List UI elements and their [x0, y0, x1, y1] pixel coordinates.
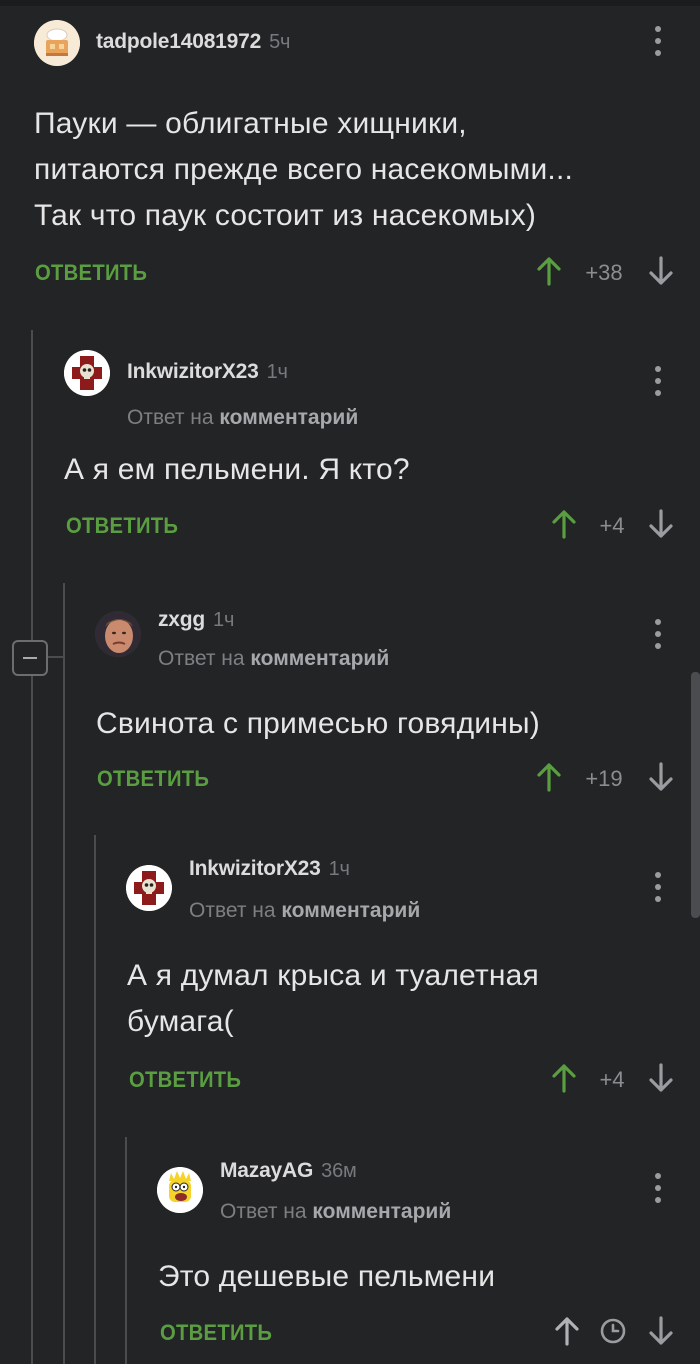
arrow-down-icon[interactable] [648, 509, 674, 539]
man-face-avatar-icon [95, 611, 141, 657]
more-vertical-icon [655, 1173, 661, 1179]
reply-button[interactable]: ОТВЕТИТЬ [35, 260, 147, 286]
score: +4 [599, 513, 625, 538]
comment-menu-button[interactable] [648, 1171, 668, 1207]
reply-to-label: Ответ на комментарий [220, 1200, 451, 1224]
reply-prefix: Ответ на [158, 647, 251, 670]
scrollbar[interactable] [691, 672, 700, 918]
username[interactable]: InkwizitorX23 1ч [189, 857, 350, 881]
menu-dot [655, 884, 661, 890]
reply-button[interactable]: ОТВЕТИТЬ [97, 766, 209, 792]
username-text[interactable]: InkwizitorX23 [127, 360, 259, 383]
avatar[interactable] [126, 865, 172, 911]
arrow-down-icon[interactable] [648, 256, 674, 286]
timestamp: 1ч [328, 858, 350, 880]
menu-dot [655, 896, 661, 902]
menu-dot [655, 390, 661, 396]
reply-target-link[interactable]: комментарий [219, 406, 358, 429]
minus-icon [23, 657, 37, 659]
username-text[interactable]: InkwizitorX23 [189, 857, 321, 880]
comment-menu-button[interactable] [648, 364, 668, 400]
comment-menu-button[interactable] [648, 617, 668, 653]
arrow-down-icon[interactable] [648, 1063, 674, 1093]
more-vertical-icon [655, 26, 661, 32]
reply-to-label: Ответ на комментарий [127, 406, 358, 430]
score: +38 [585, 260, 623, 285]
menu-dot [655, 378, 661, 384]
reply-target-link[interactable]: комментарий [250, 647, 389, 670]
thread-line-level-2[interactable] [63, 583, 65, 1364]
username[interactable]: InkwizitorX23 1ч [127, 360, 288, 384]
reply-button[interactable]: ОТВЕТИТЬ [160, 1320, 272, 1346]
bakery-avatar-icon [34, 20, 80, 66]
score: +4 [599, 1067, 625, 1092]
reply-prefix: Ответ на [220, 1200, 313, 1223]
menu-dot [655, 643, 661, 649]
username-text[interactable]: MazayAG [220, 1159, 313, 1182]
menu-dot [655, 50, 661, 56]
arrow-down-icon[interactable] [648, 1316, 674, 1346]
menu-dot [655, 38, 661, 44]
reply-to-label: Ответ на комментарий [158, 647, 389, 671]
reply-prefix: Ответ на [127, 406, 220, 429]
arrow-up-icon[interactable] [551, 509, 577, 539]
arrow-up-icon[interactable] [536, 762, 562, 792]
top-divider [0, 0, 700, 6]
username-text[interactable]: tadpole14081972 [96, 30, 261, 53]
reply-prefix: Ответ на [189, 899, 282, 922]
reply-button[interactable]: ОТВЕТИТЬ [129, 1067, 241, 1093]
arrow-up-icon[interactable] [536, 256, 562, 286]
reply-target-link[interactable]: комментарий [281, 899, 420, 922]
username[interactable]: MazayAG 36м [220, 1159, 357, 1183]
reply-target-link[interactable]: комментарий [312, 1200, 451, 1223]
avatar[interactable] [34, 20, 80, 66]
username[interactable]: tadpole14081972 5ч [96, 30, 290, 54]
comment-text: А я ем пельмени. Я кто? [64, 453, 410, 486]
arrow-up-icon[interactable] [554, 1316, 580, 1346]
comment-menu-button[interactable] [648, 870, 668, 906]
clock-icon [600, 1318, 626, 1344]
menu-dot [655, 1197, 661, 1203]
inquisitor-skull-avatar-icon [126, 865, 172, 911]
thread-line-level-3 [94, 835, 96, 1364]
comment-text: Пауки — облигатные хищники, питаются пре… [34, 107, 574, 232]
comment-text: А я думал крыса и туалетная бумага( [127, 959, 539, 1038]
reply-button[interactable]: ОТВЕТИТЬ [66, 513, 178, 539]
collapse-connector [48, 656, 64, 658]
timestamp: 1ч [213, 609, 235, 631]
more-vertical-icon [655, 366, 661, 372]
arrow-up-icon[interactable] [551, 1063, 577, 1093]
thread-line-level-4 [125, 1137, 127, 1364]
avatar[interactable] [64, 350, 110, 396]
collapse-thread-button[interactable] [12, 640, 48, 676]
timestamp: 5ч [269, 31, 291, 53]
simpson-avatar-icon [157, 1167, 203, 1213]
more-vertical-icon [655, 872, 661, 878]
timestamp: 36м [321, 1160, 357, 1182]
more-vertical-icon [655, 619, 661, 625]
reply-to-label: Ответ на комментарий [189, 899, 420, 923]
username[interactable]: zxgg 1ч [158, 608, 234, 632]
thread-line-level-1 [31, 330, 33, 1364]
timestamp: 1ч [266, 361, 288, 383]
avatar[interactable] [157, 1167, 203, 1213]
arrow-down-icon[interactable] [648, 762, 674, 792]
menu-dot [655, 1185, 661, 1191]
comment-menu-button[interactable] [648, 24, 668, 60]
comment-text: Это дешевые пельмени [158, 1260, 496, 1293]
menu-dot [655, 631, 661, 637]
inquisitor-skull-avatar-icon [64, 350, 110, 396]
avatar[interactable] [95, 611, 141, 657]
comment-text: Свинота с примесью говядины) [96, 707, 540, 740]
username-text[interactable]: zxgg [158, 608, 205, 631]
score: +19 [585, 766, 623, 791]
